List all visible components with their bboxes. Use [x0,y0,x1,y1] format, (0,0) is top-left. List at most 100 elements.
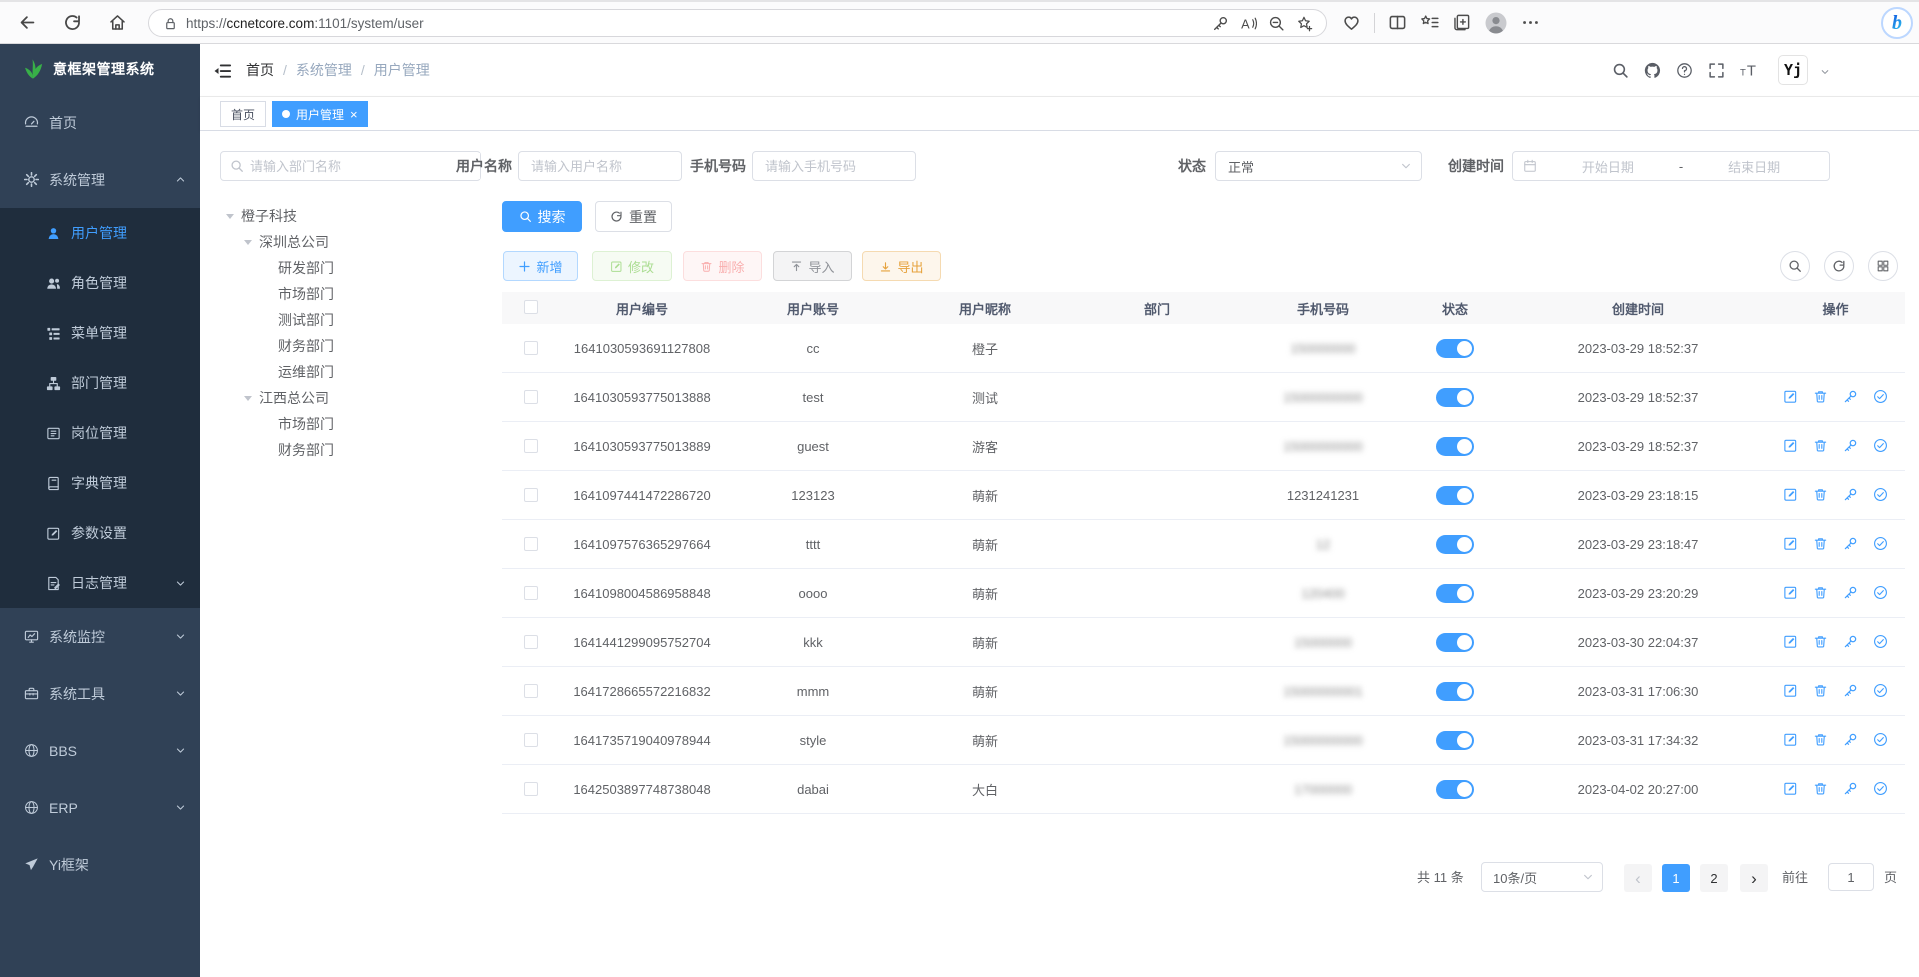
assign-role-button[interactable] [1873,634,1889,650]
home-icon[interactable] [108,13,127,32]
delete-button[interactable] [1813,389,1829,405]
assign-role-button[interactable] [1873,732,1889,748]
close-icon[interactable]: × [350,108,358,121]
github-icon[interactable] [1644,62,1661,79]
sidebar-item-菜单管理[interactable]: 菜单管理 [0,308,200,358]
reset-password-button[interactable] [1843,781,1859,797]
reset-password-button[interactable] [1843,585,1859,601]
breadcrumb-item[interactable]: 系统管理 [296,60,352,80]
reset-password-button[interactable] [1843,732,1859,748]
reset-password-button[interactable] [1843,438,1859,454]
avatar[interactable]: Yj [1778,55,1808,85]
status-toggle[interactable] [1436,633,1474,652]
status-select[interactable]: 正常 [1215,151,1422,181]
username-input[interactable] [518,151,682,181]
fullscreen-icon[interactable] [1708,62,1725,79]
text-size-icon[interactable]: TT [1740,62,1757,79]
assign-role-button[interactable] [1873,536,1889,552]
refresh-icon[interactable] [63,13,82,32]
search-button[interactable]: 搜索 [502,201,582,232]
breadcrumb-item[interactable]: 首页 [246,60,274,80]
delete-button[interactable] [1813,438,1829,454]
tree-expand-caret-icon[interactable] [226,214,234,219]
sidebar-item-角色管理[interactable]: 角色管理 [0,258,200,308]
delete-button[interactable] [1813,585,1829,601]
modify-button[interactable]: 修改 [592,251,672,281]
tree-node-市场部门[interactable]: 市场部门 [200,411,500,437]
assign-role-button[interactable] [1873,487,1889,503]
sidebar-item-用户管理[interactable]: 用户管理 [0,208,200,258]
grid-toggle-button[interactable] [1868,251,1898,281]
tree-node-江西总公司[interactable]: 江西总公司 [200,385,500,411]
sidebar-item-字典管理[interactable]: 字典管理 [0,458,200,508]
favorites-bar-icon[interactable] [1420,13,1439,32]
tree-expand-caret-icon[interactable] [244,396,252,401]
tree-node-橙子科技[interactable]: 橙子科技 [200,203,500,229]
status-toggle[interactable] [1436,339,1474,358]
search-toggle-button[interactable] [1780,251,1810,281]
reset-password-button[interactable] [1843,389,1859,405]
status-toggle[interactable] [1436,731,1474,750]
status-toggle[interactable] [1436,780,1474,799]
edit-button[interactable] [1783,487,1799,503]
status-toggle[interactable] [1436,388,1474,407]
zoom-out-icon[interactable] [1268,15,1285,32]
avatar-caret-icon[interactable] [1820,67,1830,77]
edit-button[interactable] [1783,389,1799,405]
search-icon[interactable] [1612,62,1629,79]
phone-input[interactable] [752,151,916,181]
more-icon[interactable] [1521,13,1540,32]
jump-page-input[interactable] [1828,863,1874,891]
row-checkbox[interactable] [524,488,538,502]
copilot-icon[interactable]: b [1881,7,1913,39]
status-toggle[interactable] [1436,535,1474,554]
star-add-icon[interactable] [1296,15,1313,32]
edit-button[interactable] [1783,536,1799,552]
breadcrumb-item[interactable]: 用户管理 [374,60,430,80]
essentials-icon[interactable] [1342,13,1361,32]
delete-button[interactable] [1813,683,1829,699]
edit-button[interactable] [1783,634,1799,650]
row-checkbox[interactable] [524,586,538,600]
select-all-checkbox[interactable] [524,300,538,314]
assign-role-button[interactable] [1873,585,1889,601]
question-icon[interactable] [1676,62,1693,79]
next-page-button[interactable]: › [1740,864,1768,892]
row-checkbox[interactable] [524,684,538,698]
profile-icon[interactable] [1484,11,1508,35]
status-toggle[interactable] [1436,682,1474,701]
sidebar-item-岗位管理[interactable]: 岗位管理 [0,408,200,458]
collections-icon[interactable] [1452,13,1471,32]
url-bar[interactable]: https://ccnetcore.com:1101/system/user A [148,9,1327,37]
split-screen-icon[interactable] [1388,13,1407,32]
delete-button[interactable] [1813,732,1829,748]
delete-button[interactable] [1813,487,1829,503]
row-checkbox[interactable] [524,733,538,747]
edit-button[interactable] [1783,585,1799,601]
sidebar-toggle-icon[interactable] [212,61,232,81]
reset-button[interactable]: 重置 [595,201,672,232]
assign-role-button[interactable] [1873,389,1889,405]
read-aloud-icon[interactable]: A [1240,15,1257,32]
sidebar-item-BBS[interactable]: BBS [0,722,200,779]
status-toggle[interactable] [1436,437,1474,456]
edit-button[interactable] [1783,781,1799,797]
key-icon[interactable] [1212,15,1229,32]
edit-button[interactable] [1783,732,1799,748]
tree-node-深圳总公司[interactable]: 深圳总公司 [200,229,500,255]
row-checkbox[interactable] [524,537,538,551]
delete-button[interactable] [1813,781,1829,797]
tree-node-市场部门[interactable]: 市场部门 [200,281,500,307]
delete-button[interactable]: 删除 [683,251,762,281]
page-size-select[interactable]: 10条/页 [1481,862,1603,892]
sidebar-item-部门管理[interactable]: 部门管理 [0,358,200,408]
reset-password-button[interactable] [1843,487,1859,503]
sidebar-item-ERP[interactable]: ERP [0,779,200,836]
sidebar-item-系统管理[interactable]: 系统管理 [0,151,200,208]
back-icon[interactable] [18,13,37,32]
tree-node-财务部门[interactable]: 财务部门 [200,333,500,359]
reset-password-button[interactable] [1843,536,1859,552]
row-checkbox[interactable] [524,390,538,404]
row-checkbox[interactable] [524,635,538,649]
reset-password-button[interactable] [1843,683,1859,699]
